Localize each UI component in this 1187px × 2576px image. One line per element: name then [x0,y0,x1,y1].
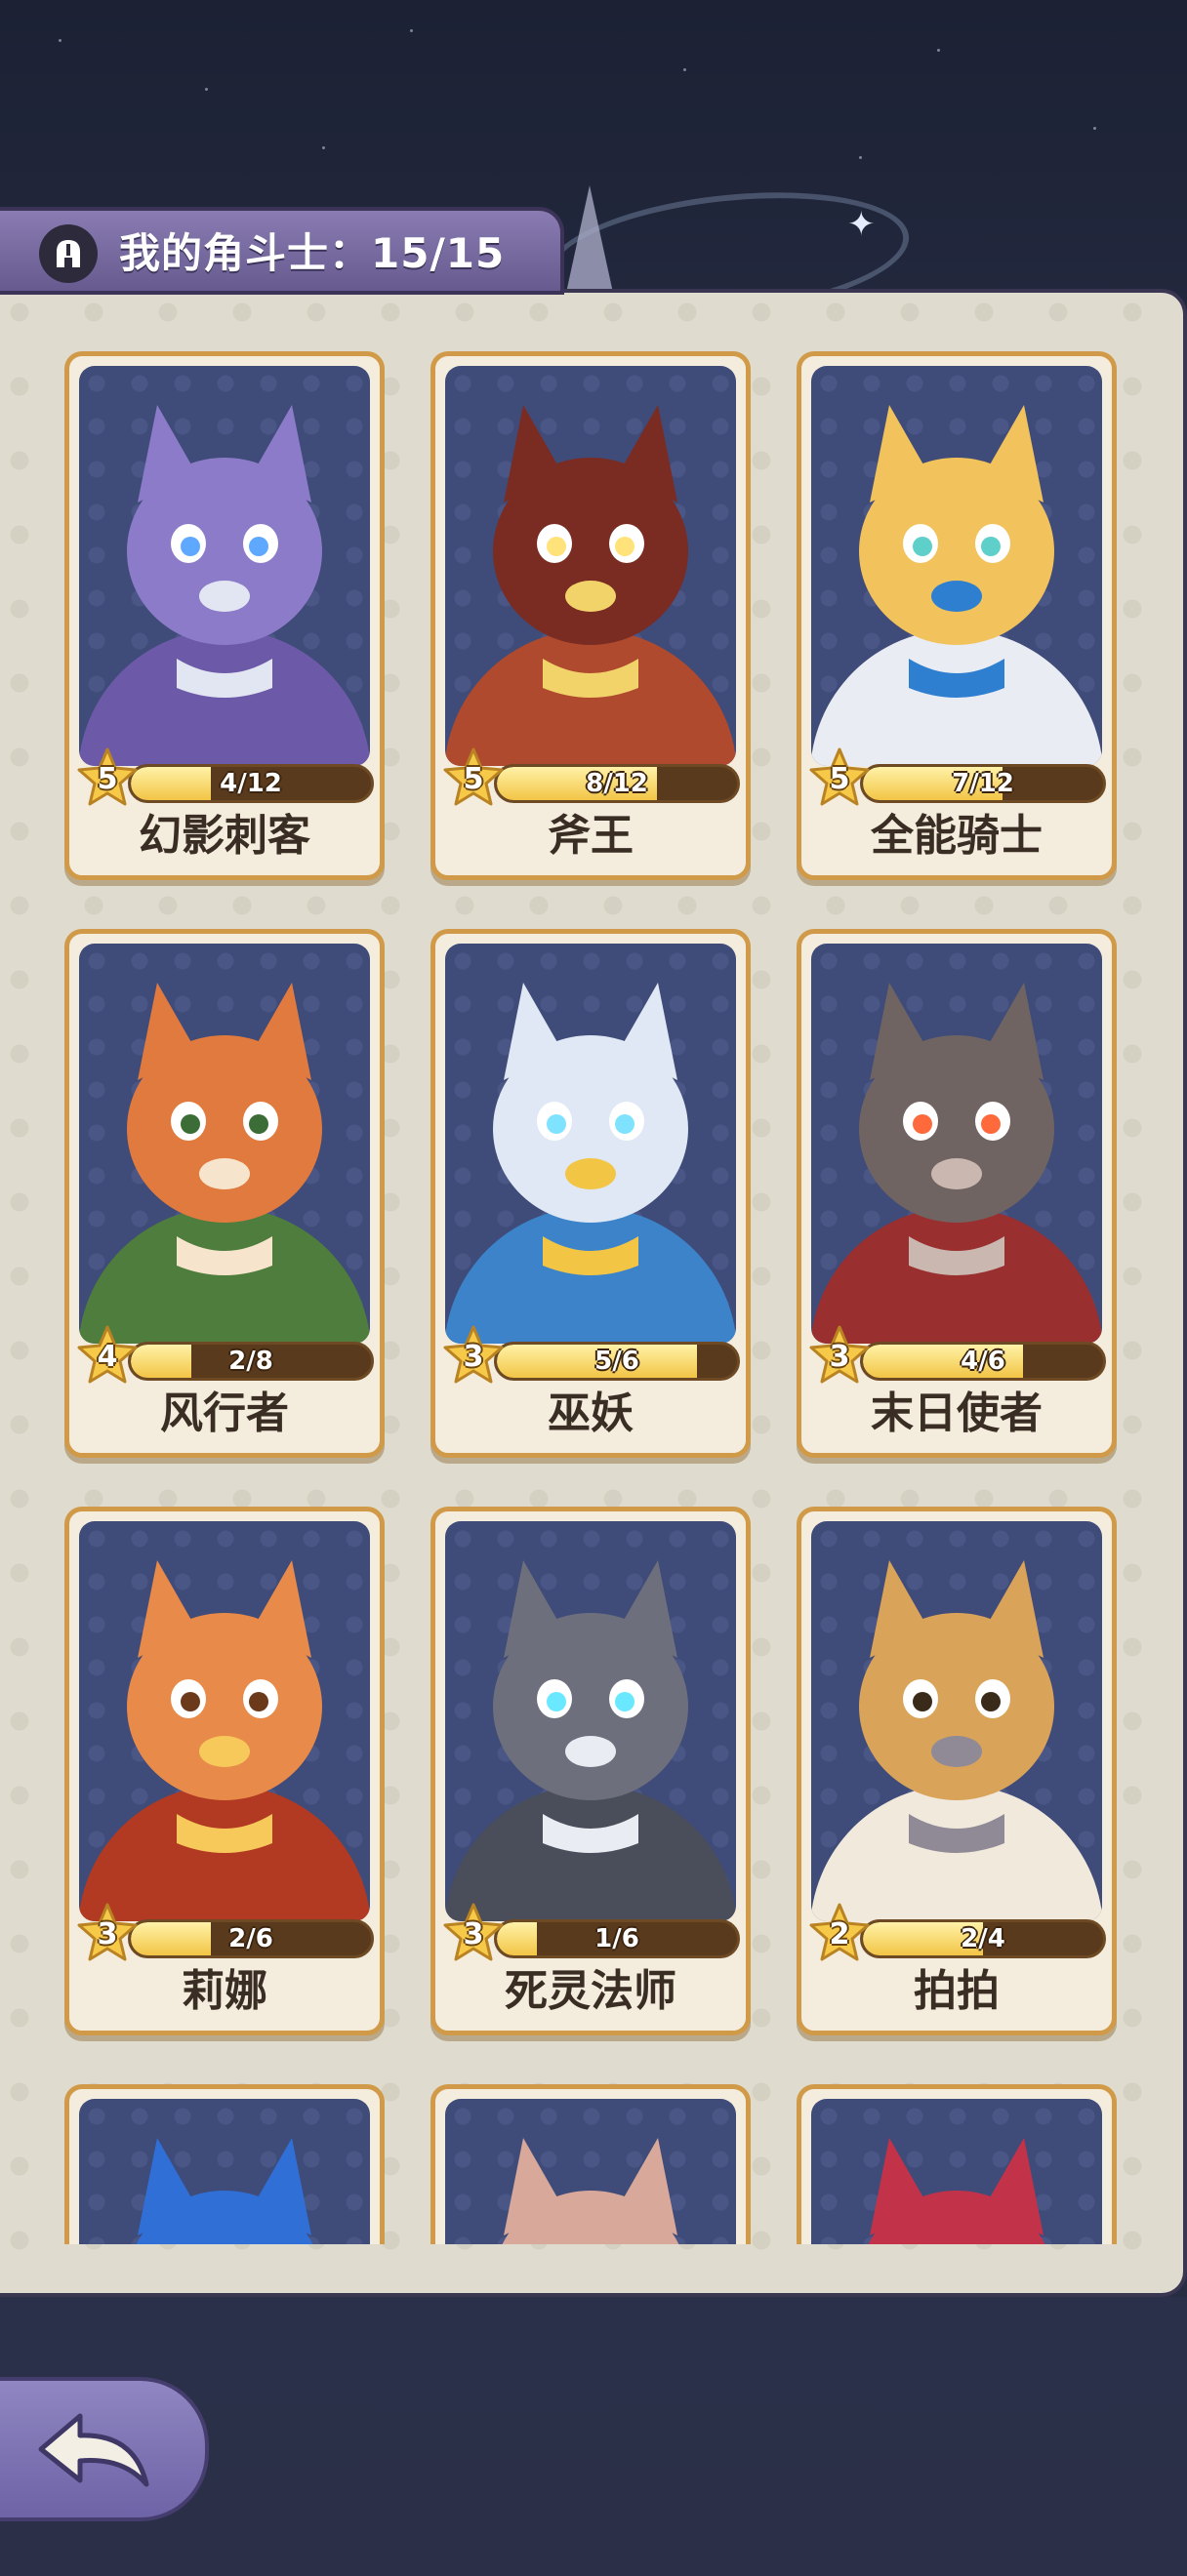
background-star [205,88,208,91]
card-progress-bar: 4/6 [860,1342,1106,1381]
gladiator-card[interactable]: 5/6 3 巫妖 [430,929,751,1458]
card-grid: 4/12 5 幻影刺客 8/12 5 斧王 7/12 5 全能骑士 2/8 4 … [0,351,1162,2244]
character-art [79,983,370,1344]
level-badge: 5 [75,746,140,811]
card-progress-text: 4/12 [220,769,282,798]
card-progress-text: 8/12 [586,769,648,798]
gladiator-name: 死灵法师 [505,1966,676,2016]
background-decoration [566,185,613,293]
card-progress-text: 1/6 [594,1924,639,1953]
gladiator-portrait [445,944,736,1344]
gladiator-name: 风行者 [160,1389,289,1438]
gladiator-card[interactable]: 4/12 5 幻影刺客 [64,351,385,880]
card-progress-bar: 4/12 [128,764,374,803]
character-art [811,405,1102,766]
level-number: 2 [829,1917,850,1952]
level-number: 5 [97,762,118,796]
level-number: 3 [97,1917,118,1952]
gladiator-portrait [445,2099,736,2244]
gladiator-portrait [811,944,1102,1344]
level-badge: 2 [807,1902,872,1966]
collection-count-title: 我的角斗士：15/15 [119,229,506,277]
gladiator-card-panel: 4/12 5 幻影刺客 8/12 5 斧王 7/12 5 全能骑士 2/8 4 … [0,289,1187,2297]
character-art [502,2138,679,2244]
gladiator-portrait [79,366,370,766]
level-badge: 4 [75,1324,140,1389]
sparkle-icon: ✦ [847,205,876,244]
character-art [136,2138,313,2244]
card-progress-bar: 1/6 [494,1919,740,1958]
character-art [445,1560,736,1921]
gladiator-name: 莉娜 [182,1966,267,2016]
card-progress-text: 2/4 [961,1924,1005,1953]
gladiator-name: 巫妖 [548,1389,634,1438]
gladiator-card[interactable] [430,2084,751,2244]
card-progress-text: 2/8 [228,1347,273,1376]
gladiator-helmet-icon [39,224,98,283]
gladiator-name: 末日使者 [871,1389,1043,1438]
level-badge: 3 [441,1902,506,1966]
collection-header-tab: 我的角斗士：15/15 [0,207,564,295]
card-progress-text: 4/6 [961,1347,1005,1376]
gladiator-name: 拍拍 [914,1966,1000,2016]
level-number: 5 [463,762,484,796]
gladiator-card[interactable]: 2/6 3 莉娜 [64,1507,385,2035]
gladiator-card[interactable]: 8/12 5 斧王 [430,351,751,880]
level-number: 3 [829,1340,850,1374]
gladiator-name: 幻影刺客 [139,811,310,861]
level-badge: 5 [441,746,506,811]
level-badge: 5 [807,746,872,811]
level-badge: 3 [807,1324,872,1389]
gladiator-card[interactable] [64,2084,385,2244]
character-art [868,2138,1045,2244]
level-badge: 3 [75,1902,140,1966]
card-progress-bar: 2/4 [860,1919,1106,1958]
character-art [79,405,370,766]
card-progress-bar: 2/8 [128,1342,374,1381]
gladiator-portrait [811,1521,1102,1921]
gladiator-card[interactable]: 1/6 3 死灵法师 [430,1507,751,2035]
gladiator-portrait [79,2099,370,2244]
background-star [410,29,413,32]
gladiator-collection-screen: ✦ 我的角斗士：15/15 4/12 5 幻影刺客 8/12 5 斧王 7/12… [0,0,1187,2576]
card-progress-text: 2/6 [228,1924,273,1953]
level-number: 5 [829,762,850,796]
gladiator-card[interactable]: 2/8 4 风行者 [64,929,385,1458]
background-star [937,49,940,52]
card-progress-text: 5/6 [594,1347,639,1376]
gladiator-card[interactable]: 4/6 3 末日使者 [797,929,1117,1458]
level-badge: 3 [441,1324,506,1389]
card-progress-bar: 8/12 [494,764,740,803]
card-progress-bar: 7/12 [860,764,1106,803]
gladiator-card[interactable]: 7/12 5 全能骑士 [797,351,1117,880]
level-number: 3 [463,1917,484,1952]
gladiator-name: 斧王 [548,811,634,861]
gladiator-name: 全能骑士 [871,811,1043,861]
back-arrow-icon [38,2413,149,2487]
background-star [683,68,686,71]
character-art [79,1560,370,1921]
level-number: 4 [97,1340,118,1374]
gladiator-card[interactable] [797,2084,1117,2244]
gladiator-portrait [79,944,370,1344]
back-button[interactable] [0,2377,209,2521]
background-star [859,156,862,159]
character-art [811,983,1102,1344]
character-art [811,1560,1102,1921]
card-progress-bar: 2/6 [128,1919,374,1958]
background-star [322,146,325,149]
gladiator-portrait [811,366,1102,766]
character-art [445,405,736,766]
gladiator-portrait [445,1521,736,1921]
background-star [1093,127,1096,130]
gladiator-portrait [445,366,736,766]
gladiator-portrait [79,1521,370,1921]
gladiator-portrait [811,2099,1102,2244]
level-number: 3 [463,1340,484,1374]
gladiator-card[interactable]: 2/4 2 拍拍 [797,1507,1117,2035]
background-star [59,39,61,42]
card-progress-bar: 5/6 [494,1342,740,1381]
card-progress-text: 7/12 [952,769,1014,798]
character-art [445,983,736,1344]
